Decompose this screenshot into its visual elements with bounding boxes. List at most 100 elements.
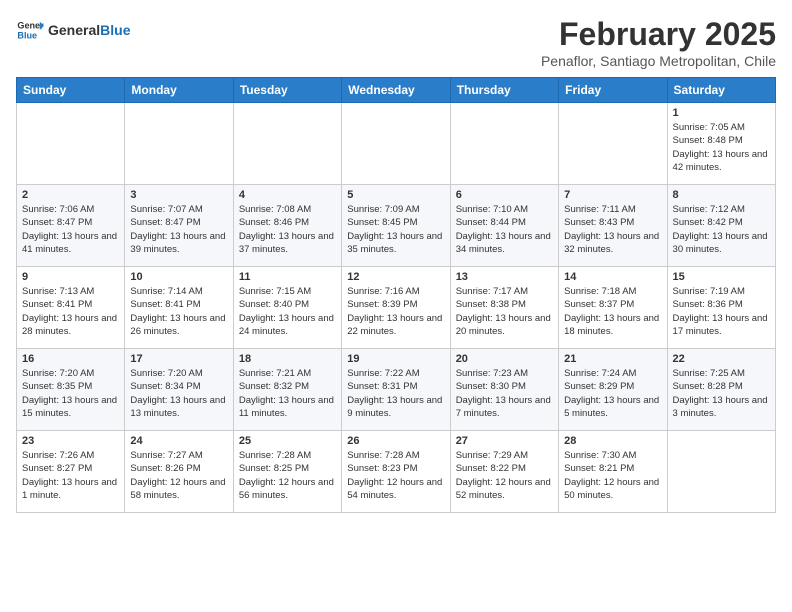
day-number: 13 xyxy=(456,271,553,283)
week-row: 23 Sunrise: 7:26 AM Sunset: 8:27 PM Dayli… xyxy=(17,431,776,513)
day-number: 19 xyxy=(347,353,444,365)
day-info: Sunrise: 7:20 AM Sunset: 8:34 PM Dayligh… xyxy=(130,367,227,420)
calendar-cell: 11 Sunrise: 7:15 AM Sunset: 8:40 PM Dayli… xyxy=(233,267,341,349)
logo-text: GeneralBlue xyxy=(48,22,130,39)
day-info: Sunrise: 7:14 AM Sunset: 8:41 PM Dayligh… xyxy=(130,285,227,338)
calendar-cell xyxy=(342,103,450,185)
day-number: 20 xyxy=(456,353,553,365)
day-info: Sunrise: 7:24 AM Sunset: 8:29 PM Dayligh… xyxy=(564,367,661,420)
day-info: Sunrise: 7:16 AM Sunset: 8:39 PM Dayligh… xyxy=(347,285,444,338)
day-info: Sunrise: 7:28 AM Sunset: 8:25 PM Dayligh… xyxy=(239,449,336,502)
day-info: Sunrise: 7:20 AM Sunset: 8:35 PM Dayligh… xyxy=(22,367,119,420)
day-number: 15 xyxy=(673,271,770,283)
week-row: 2 Sunrise: 7:06 AM Sunset: 8:47 PM Daylig… xyxy=(17,185,776,267)
calendar-cell: 2 Sunrise: 7:06 AM Sunset: 8:47 PM Daylig… xyxy=(17,185,125,267)
day-info: Sunrise: 7:12 AM Sunset: 8:42 PM Dayligh… xyxy=(673,203,770,256)
location-subtitle: Penaflor, Santiago Metropolitan, Chile xyxy=(541,53,776,69)
week-row: 9 Sunrise: 7:13 AM Sunset: 8:41 PM Daylig… xyxy=(17,267,776,349)
day-number: 12 xyxy=(347,271,444,283)
calendar-cell xyxy=(233,103,341,185)
calendar-cell: 26Sunrise: 7:28 AM Sunset: 8:23 PM Dayli… xyxy=(342,431,450,513)
day-number: 26 xyxy=(347,435,444,447)
calendar-cell: 21 Sunrise: 7:24 AM Sunset: 8:29 PM Dayli… xyxy=(559,349,667,431)
weekday-header: Monday xyxy=(125,78,233,103)
day-number: 11 xyxy=(239,271,336,283)
weekday-header: Thursday xyxy=(450,78,558,103)
logo-icon: General Blue xyxy=(16,16,44,44)
day-info: Sunrise: 7:11 AM Sunset: 8:43 PM Dayligh… xyxy=(564,203,661,256)
day-info: Sunrise: 7:27 AM Sunset: 8:26 PM Dayligh… xyxy=(130,449,227,502)
svg-text:Blue: Blue xyxy=(17,30,37,40)
weekday-header-row: SundayMondayTuesdayWednesdayThursdayFrid… xyxy=(17,78,776,103)
day-info: Sunrise: 7:07 AM Sunset: 8:47 PM Dayligh… xyxy=(130,203,227,256)
day-number: 1 xyxy=(673,107,770,119)
calendar-cell: 8Sunrise: 7:12 AM Sunset: 8:42 PM Daylig… xyxy=(667,185,775,267)
calendar-cell: 4Sunrise: 7:08 AM Sunset: 8:46 PM Daylig… xyxy=(233,185,341,267)
day-info: Sunrise: 7:15 AM Sunset: 8:40 PM Dayligh… xyxy=(239,285,336,338)
calendar-cell: 6 Sunrise: 7:10 AM Sunset: 8:44 PM Daylig… xyxy=(450,185,558,267)
calendar-cell: 1 Sunrise: 7:05 AM Sunset: 8:48 PM Daylig… xyxy=(667,103,775,185)
day-info: Sunrise: 7:05 AM Sunset: 8:48 PM Dayligh… xyxy=(673,121,770,174)
weekday-header: Sunday xyxy=(17,78,125,103)
calendar-cell: 25 Sunrise: 7:28 AM Sunset: 8:25 PM Dayli… xyxy=(233,431,341,513)
day-number: 4 xyxy=(239,189,336,201)
title-block: February 2025 Penaflor, Santiago Metropo… xyxy=(541,16,776,69)
calendar-cell: 13 Sunrise: 7:17 AM Sunset: 8:38 PM Dayli… xyxy=(450,267,558,349)
day-number: 18 xyxy=(239,353,336,365)
day-number: 22 xyxy=(673,353,770,365)
calendar-cell: 19 Sunrise: 7:22 AM Sunset: 8:31 PM Dayli… xyxy=(342,349,450,431)
day-info: Sunrise: 7:17 AM Sunset: 8:38 PM Dayligh… xyxy=(456,285,553,338)
calendar-cell: 22Sunrise: 7:25 AM Sunset: 8:28 PM Dayli… xyxy=(667,349,775,431)
calendar-cell xyxy=(559,103,667,185)
day-info: Sunrise: 7:22 AM Sunset: 8:31 PM Dayligh… xyxy=(347,367,444,420)
calendar-cell: 9 Sunrise: 7:13 AM Sunset: 8:41 PM Daylig… xyxy=(17,267,125,349)
day-number: 6 xyxy=(456,189,553,201)
day-number: 2 xyxy=(22,189,119,201)
weekday-header: Tuesday xyxy=(233,78,341,103)
weekday-header: Friday xyxy=(559,78,667,103)
day-info: Sunrise: 7:06 AM Sunset: 8:47 PM Dayligh… xyxy=(22,203,119,256)
day-number: 27 xyxy=(456,435,553,447)
day-info: Sunrise: 7:30 AM Sunset: 8:21 PM Dayligh… xyxy=(564,449,661,502)
week-row: 16 Sunrise: 7:20 AM Sunset: 8:35 PM Dayli… xyxy=(17,349,776,431)
day-number: 21 xyxy=(564,353,661,365)
day-number: 23 xyxy=(22,435,119,447)
weekday-header: Saturday xyxy=(667,78,775,103)
day-number: 24 xyxy=(130,435,227,447)
calendar-cell: 23 Sunrise: 7:26 AM Sunset: 8:27 PM Dayli… xyxy=(17,431,125,513)
day-info: Sunrise: 7:10 AM Sunset: 8:44 PM Dayligh… xyxy=(456,203,553,256)
calendar-cell: 14Sunrise: 7:18 AM Sunset: 8:37 PM Dayli… xyxy=(559,267,667,349)
day-number: 3 xyxy=(130,189,227,201)
calendar-cell: 7 Sunrise: 7:11 AM Sunset: 8:43 PM Daylig… xyxy=(559,185,667,267)
calendar-cell: 12 Sunrise: 7:16 AM Sunset: 8:39 PM Dayli… xyxy=(342,267,450,349)
calendar-cell: 17 Sunrise: 7:20 AM Sunset: 8:34 PM Dayli… xyxy=(125,349,233,431)
calendar-cell xyxy=(17,103,125,185)
day-number: 25 xyxy=(239,435,336,447)
day-info: Sunrise: 7:19 AM Sunset: 8:36 PM Dayligh… xyxy=(673,285,770,338)
calendar-cell: 10 Sunrise: 7:14 AM Sunset: 8:41 PM Dayli… xyxy=(125,267,233,349)
day-info: Sunrise: 7:09 AM Sunset: 8:45 PM Dayligh… xyxy=(347,203,444,256)
calendar-cell: 3 Sunrise: 7:07 AM Sunset: 8:47 PM Daylig… xyxy=(125,185,233,267)
day-info: Sunrise: 7:18 AM Sunset: 8:37 PM Dayligh… xyxy=(564,285,661,338)
calendar-table: SundayMondayTuesdayWednesdayThursdayFrid… xyxy=(16,77,776,513)
week-row: 1 Sunrise: 7:05 AM Sunset: 8:48 PM Daylig… xyxy=(17,103,776,185)
month-year-title: February 2025 xyxy=(541,16,776,53)
day-number: 28 xyxy=(564,435,661,447)
calendar-cell: 15 Sunrise: 7:19 AM Sunset: 8:36 PM Dayli… xyxy=(667,267,775,349)
day-number: 17 xyxy=(130,353,227,365)
day-number: 16 xyxy=(22,353,119,365)
calendar-cell: 28 Sunrise: 7:30 AM Sunset: 8:21 PM Dayli… xyxy=(559,431,667,513)
calendar-cell: 27 Sunrise: 7:29 AM Sunset: 8:22 PM Dayli… xyxy=(450,431,558,513)
page-header: General Blue GeneralBlue February 2025 P… xyxy=(16,16,776,69)
day-info: Sunrise: 7:21 AM Sunset: 8:32 PM Dayligh… xyxy=(239,367,336,420)
calendar-cell: 20 Sunrise: 7:23 AM Sunset: 8:30 PM Dayli… xyxy=(450,349,558,431)
day-info: Sunrise: 7:26 AM Sunset: 8:27 PM Dayligh… xyxy=(22,449,119,502)
calendar-cell: 18 Sunrise: 7:21 AM Sunset: 8:32 PM Dayli… xyxy=(233,349,341,431)
day-info: Sunrise: 7:23 AM Sunset: 8:30 PM Dayligh… xyxy=(456,367,553,420)
day-number: 9 xyxy=(22,271,119,283)
day-info: Sunrise: 7:13 AM Sunset: 8:41 PM Dayligh… xyxy=(22,285,119,338)
calendar-cell: 5Sunrise: 7:09 AM Sunset: 8:45 PM Daylig… xyxy=(342,185,450,267)
day-number: 7 xyxy=(564,189,661,201)
day-info: Sunrise: 7:29 AM Sunset: 8:22 PM Dayligh… xyxy=(456,449,553,502)
day-number: 10 xyxy=(130,271,227,283)
